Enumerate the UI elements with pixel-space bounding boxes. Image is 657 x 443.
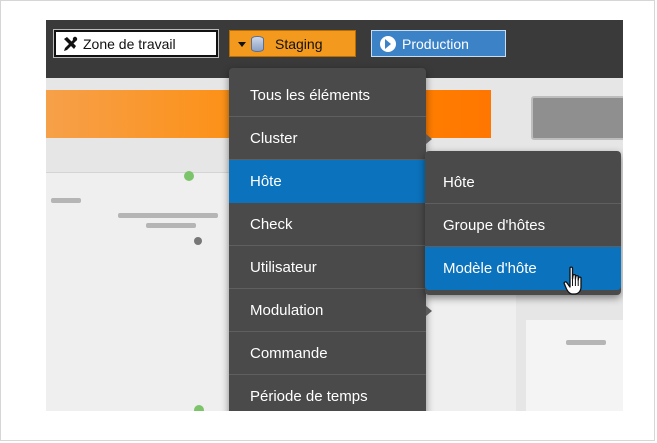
submenu-item-host-template[interactable]: Modèle d'hôte: [425, 247, 621, 290]
workspace-button[interactable]: Zone de travail: [53, 29, 219, 58]
background-text: [146, 223, 196, 228]
menu-item-label: Cluster: [250, 129, 298, 147]
menu-item-label: Check: [250, 215, 293, 233]
submenu-item-label: Hôte: [443, 173, 475, 191]
chevron-right-icon: [426, 306, 432, 316]
submenu-item-host-group[interactable]: Groupe d'hôtes: [425, 204, 621, 247]
submenu-item-label: Groupe d'hôtes: [443, 216, 546, 234]
background-text: [51, 198, 81, 203]
database-icon: [251, 35, 264, 52]
menu-item-label: Période de temps: [250, 388, 368, 405]
menu-item-user[interactable]: Utilisateur: [229, 246, 426, 289]
background-grey-button: [531, 96, 623, 140]
tools-icon: [64, 36, 78, 51]
chevron-down-icon: [238, 42, 246, 47]
status-dot-icon: [194, 405, 204, 411]
menu-item-label: Commande: [250, 344, 328, 362]
menu-item-label: Utilisateur: [250, 258, 317, 276]
staging-button[interactable]: Staging: [229, 30, 356, 57]
production-button[interactable]: Production: [371, 30, 506, 57]
hand-cursor-icon: [563, 266, 582, 295]
menu-item-label: Modulation: [250, 301, 324, 319]
staging-dropdown-menu: Tous les éléments Cluster Hôte Check Uti…: [229, 68, 432, 411]
menu-item-label: Tous les éléments: [250, 86, 371, 104]
submenu-item-host[interactable]: Hôte: [425, 161, 621, 204]
menu-item-time-period[interactable]: Période de temps: [229, 375, 426, 411]
play-circle-icon: [380, 35, 396, 52]
host-submenu: Hôte Groupe d'hôtes Modèle d'hôte: [425, 151, 621, 295]
status-dot-icon: [194, 237, 202, 245]
menu-item-modulation[interactable]: Modulation: [229, 289, 432, 332]
menu-item-label: Hôte: [250, 172, 282, 190]
background-panel-right: [526, 320, 623, 411]
screenshot-frame: Zone de travail Staging Production Tous …: [0, 0, 655, 441]
production-button-label: Production: [402, 35, 469, 52]
menu-item-host[interactable]: Hôte: [229, 160, 426, 203]
app-window: Zone de travail Staging Production Tous …: [46, 20, 623, 411]
background-text: [118, 213, 218, 218]
menu-item-command[interactable]: Commande: [229, 332, 426, 375]
menu-item-cluster[interactable]: Cluster: [229, 117, 432, 160]
menu-item-all-elements[interactable]: Tous les éléments: [229, 74, 426, 117]
staging-button-label: Staging: [275, 35, 323, 52]
menu-item-check[interactable]: Check: [229, 203, 426, 246]
background-text: [566, 340, 606, 345]
chevron-right-icon: [426, 134, 432, 144]
workspace-button-label: Zone de travail: [83, 35, 176, 52]
status-dot-icon: [184, 171, 194, 181]
submenu-item-label: Modèle d'hôte: [443, 259, 537, 277]
